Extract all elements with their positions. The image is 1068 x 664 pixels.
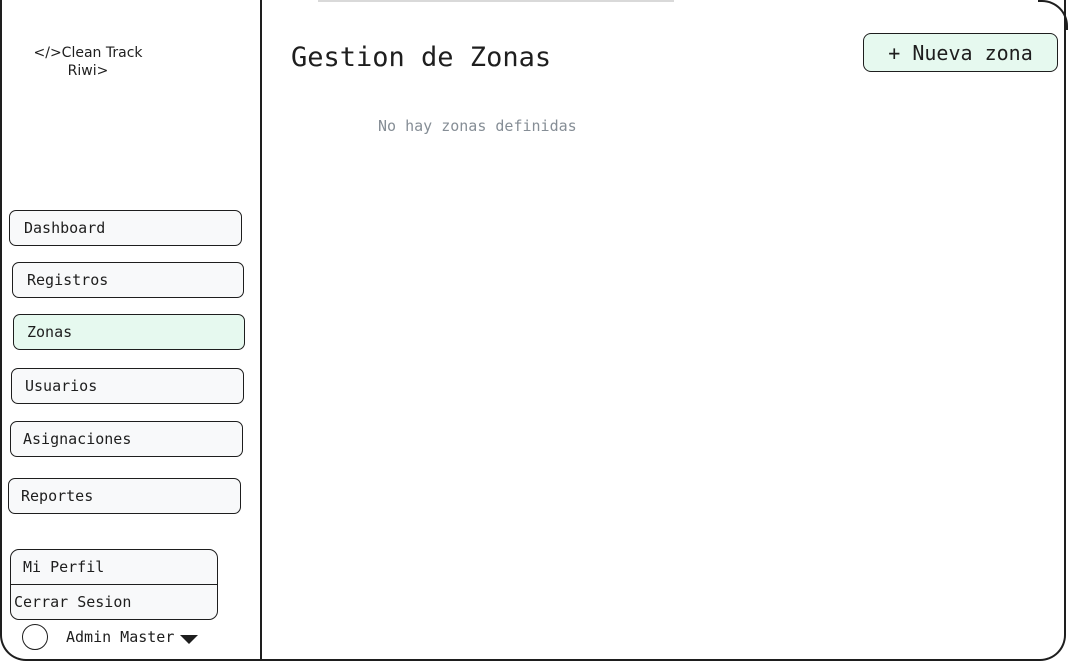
- sidebar-item-registros[interactable]: Registros: [12, 262, 244, 298]
- sidebar-item-label: Zonas: [27, 323, 73, 341]
- sidebar-item-label: Registros: [27, 271, 109, 289]
- page-title: Gestion de Zonas: [291, 42, 552, 73]
- chevron-down-icon[interactable]: [180, 634, 199, 644]
- user-info[interactable]: Admin Master: [22, 624, 199, 650]
- new-zone-button[interactable]: + Nueva zona: [863, 33, 1058, 72]
- brand-logo: </>Clean Track Riwi>: [18, 44, 158, 80]
- sidebar-item-dashboard[interactable]: Dashboard: [9, 210, 242, 246]
- new-zone-button-label: + Nueva zona: [888, 40, 1033, 65]
- sidebar-item-reportes[interactable]: Reportes: [8, 478, 241, 514]
- profile-menu-label: Mi Perfil: [23, 558, 105, 576]
- profile-menu-item-mi-perfil[interactable]: Mi Perfil: [11, 550, 217, 585]
- profile-menu-label: Cerrar Sesion: [14, 593, 132, 611]
- profile-menu-item-cerrar-sesion[interactable]: Cerrar Sesion: [11, 585, 217, 619]
- empty-state-message: No hay zonas definidas: [378, 117, 577, 135]
- brand-line-2: Riwi>: [67, 63, 109, 79]
- sidebar-item-usuarios[interactable]: Usuarios: [11, 368, 244, 404]
- avatar: [22, 624, 48, 650]
- sidebar: </>Clean Track Riwi> Dashboard Registros…: [0, 0, 262, 661]
- sidebar-item-label: Asignaciones: [23, 430, 132, 448]
- sidebar-item-label: Reportes: [21, 487, 94, 505]
- sidebar-item-asignaciones[interactable]: Asignaciones: [10, 421, 243, 457]
- sidebar-item-zonas[interactable]: Zonas: [13, 314, 245, 350]
- brand-line-1: </>Clean Track: [33, 45, 143, 61]
- sidebar-item-label: Usuarios: [25, 377, 98, 395]
- top-divider: [318, 0, 674, 2]
- user-name: Admin Master: [66, 628, 175, 646]
- profile-menu: Mi Perfil Cerrar Sesion: [10, 549, 218, 620]
- sidebar-item-label: Dashboard: [24, 219, 106, 237]
